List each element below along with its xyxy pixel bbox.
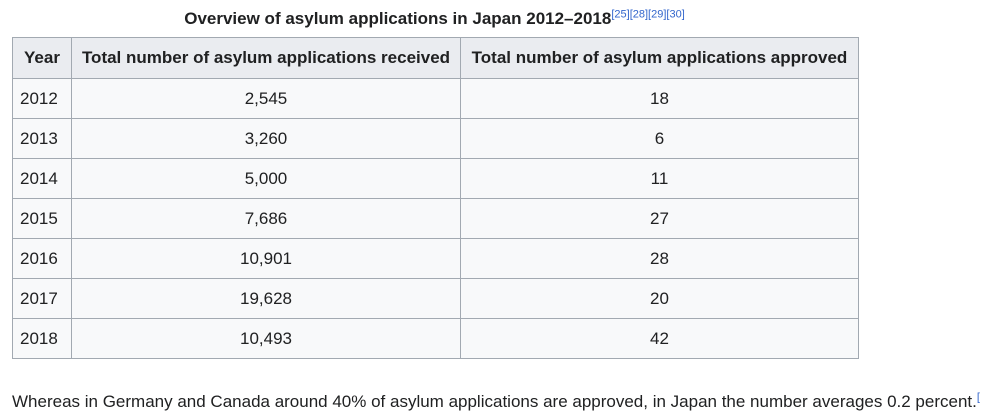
table-row: 2017 19,628 20 <box>12 278 859 319</box>
year-cell: 2013 <box>12 118 72 159</box>
received-cell: 5,000 <box>71 158 461 199</box>
column-header-received: Total number of asylum applications rece… <box>71 37 461 79</box>
column-header-year: Year <box>12 37 72 79</box>
year-cell: 2012 <box>12 78 72 119</box>
caption-references: [25][28][29][30] <box>611 8 684 20</box>
approved-cell: 6 <box>460 118 859 159</box>
table-row: 2014 5,000 11 <box>12 158 859 199</box>
approved-cell: 20 <box>460 278 859 319</box>
paragraph-text: Whereas in Germany and Canada around 40%… <box>12 392 977 411</box>
reference-link[interactable]: [ <box>977 391 980 403</box>
received-cell: 19,628 <box>71 278 461 319</box>
received-cell: 7,686 <box>71 198 461 239</box>
received-cell: 3,260 <box>71 118 461 159</box>
asylum-applications-table: Year Total number of asylum applications… <box>12 37 859 359</box>
table-row: 2018 10,493 42 <box>12 318 859 359</box>
reference-link[interactable]: [28] <box>630 8 648 20</box>
table-row: 2016 10,901 28 <box>12 238 859 279</box>
column-header-approved: Total number of asylum applications appr… <box>460 37 859 79</box>
table-row: 2015 7,686 27 <box>12 198 859 239</box>
approved-cell: 11 <box>460 158 859 199</box>
year-cell: 2017 <box>12 278 72 319</box>
year-cell: 2014 <box>12 158 72 199</box>
received-cell: 2,545 <box>71 78 461 119</box>
reference-link[interactable]: [30] <box>666 8 684 20</box>
year-cell: 2015 <box>12 198 72 239</box>
approved-cell: 28 <box>460 238 859 279</box>
body-paragraph: Whereas in Germany and Canada around 40%… <box>12 389 1000 415</box>
table-header-row: Year Total number of asylum applications… <box>12 37 859 79</box>
received-cell: 10,901 <box>71 238 461 279</box>
reference-link[interactable]: [25] <box>611 8 629 20</box>
year-cell: 2016 <box>12 238 72 279</box>
year-cell: 2018 <box>12 318 72 359</box>
approved-cell: 18 <box>460 78 859 119</box>
table-caption: Overview of asylum applications in Japan… <box>12 6 857 32</box>
approved-cell: 42 <box>460 318 859 359</box>
caption-title: Overview of asylum applications in Japan… <box>184 9 612 28</box>
approved-cell: 27 <box>460 198 859 239</box>
reference-link[interactable]: [29] <box>648 8 666 20</box>
table-row: 2013 3,260 6 <box>12 118 859 159</box>
received-cell: 10,493 <box>71 318 461 359</box>
table-row: 2012 2,545 18 <box>12 78 859 119</box>
